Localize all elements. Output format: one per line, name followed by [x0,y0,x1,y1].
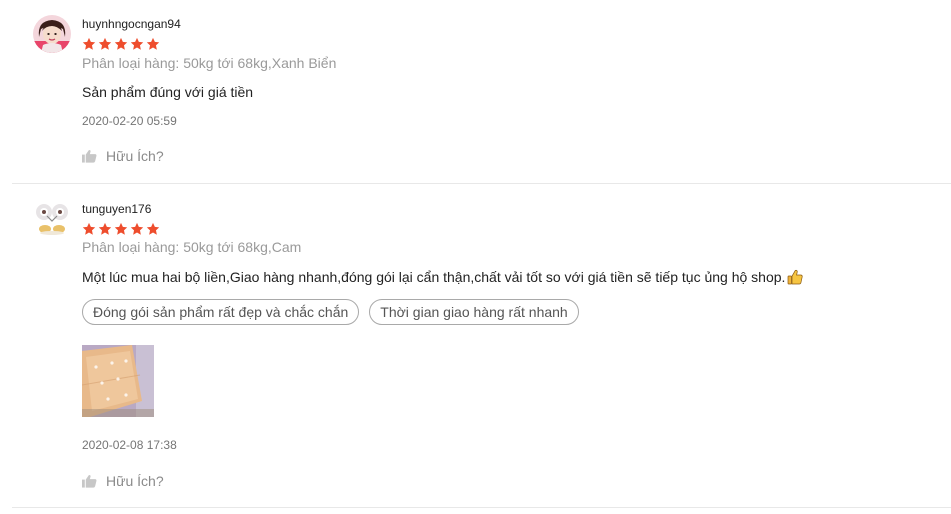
thumbs-up-icon [82,475,97,488]
review-timestamp: 2020-02-20 05:59 [82,114,177,128]
review-comment: Một lúc mua hai bộ liền,Giao hàng nhanh,… [82,269,804,285]
helpful-button[interactable]: Hữu Ích? [82,473,164,489]
rating-stars [82,37,160,51]
avatar[interactable] [33,15,71,53]
star-icon [98,222,112,235]
star-icon [130,37,144,50]
product-variation: Phân loại hàng: 50kg tới 68kg,Xanh Biển [82,55,337,71]
avatar[interactable] [33,200,71,238]
helpful-label: Hữu Ích? [106,148,164,164]
product-variation: Phân loại hàng: 50kg tới 68kg,Cam [82,239,302,255]
review-timestamp: 2020-02-08 17:38 [82,438,177,452]
review-photo-image [82,345,154,417]
star-icon [130,222,144,235]
review-tag-delivery[interactable]: Thời gian giao hàng rất nhanh [369,299,579,325]
thumbs-up-emoji-icon [788,269,804,285]
review-username[interactable]: huynhngocngan94 [82,17,181,31]
helpful-button[interactable]: Hữu Ích? [82,148,164,164]
review-comment: Sản phẩm đúng với giá tiền [82,84,254,100]
star-icon [98,37,112,50]
avatar-image [33,15,71,53]
star-icon [114,222,128,235]
review-item: tunguyen176 Phân loại hàng: 50kg tới 68k… [12,184,951,508]
avatar-image [33,200,71,238]
star-icon [82,222,96,235]
thumbs-up-icon [82,150,97,163]
star-icon [82,37,96,50]
star-icon [146,37,160,50]
review-photo[interactable] [82,345,154,417]
review-item: huynhngocngan94 Phân loại hàng: 50kg tới… [12,0,951,184]
review-username[interactable]: tunguyen176 [82,202,151,216]
review-tags: Đóng gói sản phẩm rất đẹp và chắc chắn T… [82,299,579,325]
star-icon [146,222,160,235]
review-comment-text: Một lúc mua hai bộ liền,Giao hàng nhanh,… [82,269,786,285]
helpful-label: Hữu Ích? [106,473,164,489]
rating-stars [82,222,160,236]
star-icon [114,37,128,50]
review-tag-packaging[interactable]: Đóng gói sản phẩm rất đẹp và chắc chắn [82,299,360,325]
